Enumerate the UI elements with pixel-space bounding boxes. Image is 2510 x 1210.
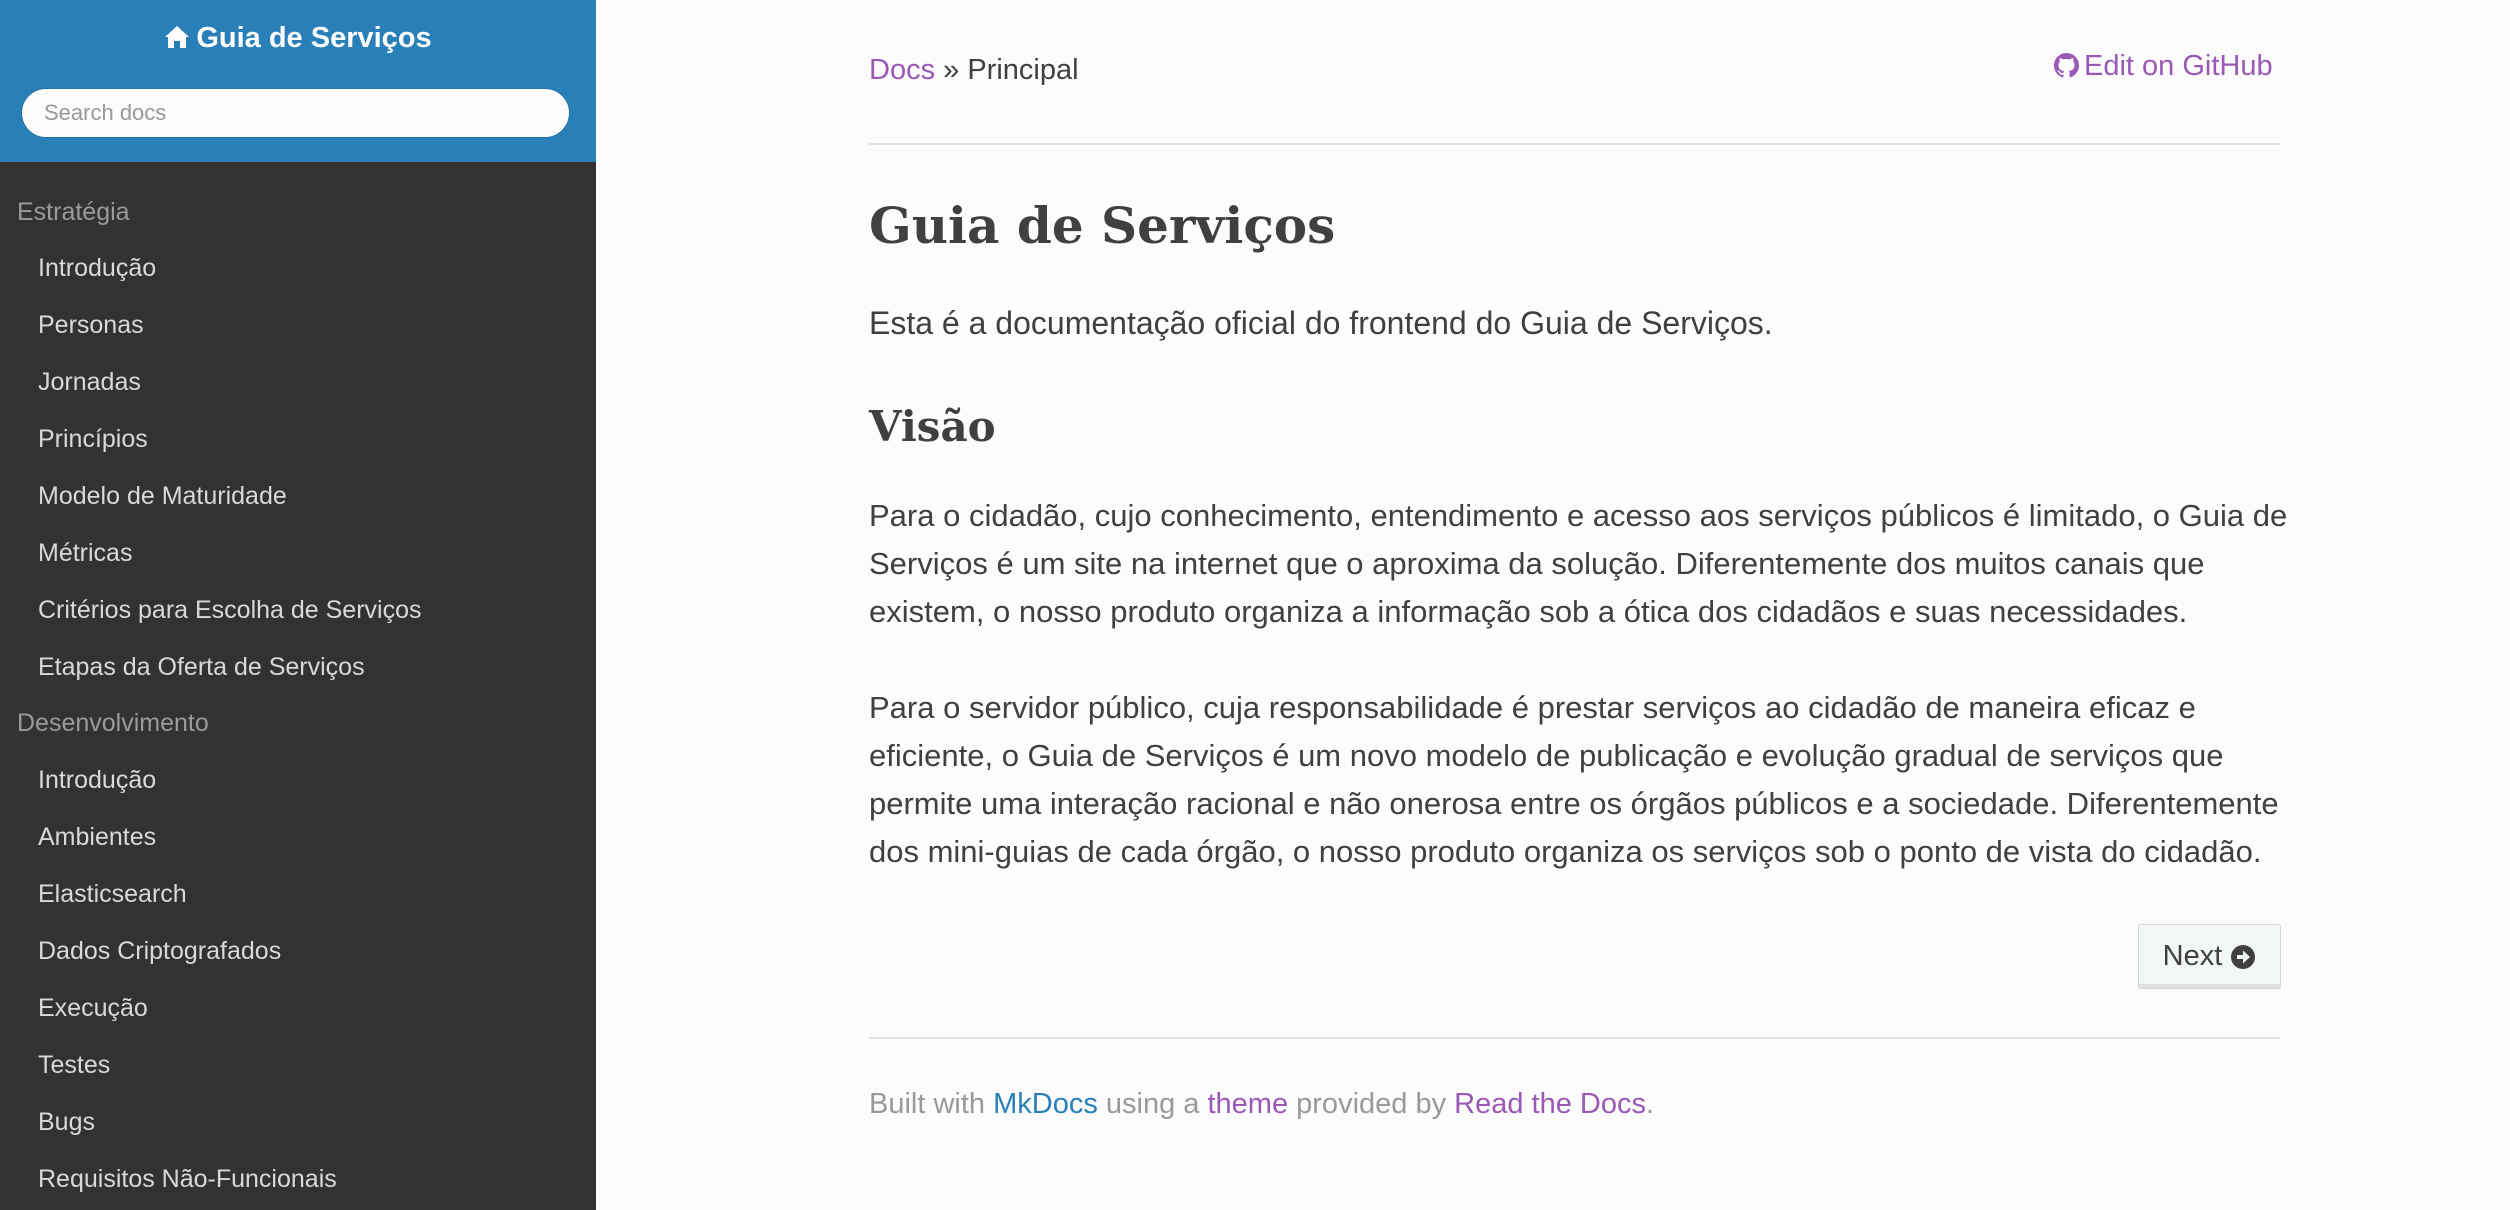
nav-item-metricas[interactable]: Métricas: [38, 539, 132, 568]
breadcrumb-separator: »: [935, 54, 968, 86]
nav-item-bugs[interactable]: Bugs: [38, 1108, 95, 1137]
nav-item-elasticsearch[interactable]: Elasticsearch: [38, 880, 187, 909]
sidebar: Guia de Serviços Estratégia Introdução P…: [0, 0, 596, 1210]
nav-item-desenvolvimento-introducao[interactable]: Introdução: [38, 766, 156, 795]
nav-item-execucao[interactable]: Execução: [38, 994, 148, 1023]
nav-caption-estrategia: Estratégia: [17, 198, 130, 226]
intro-text: Esta é a documentação oficial do fronten…: [869, 305, 1773, 341]
header-divider: [869, 143, 2280, 145]
footer-read-the-docs-link[interactable]: Read the Docs: [1454, 1088, 1646, 1120]
edit-on-github-label: Edit on GitHub: [2084, 50, 2273, 82]
nav-item-ambientes[interactable]: Ambientes: [38, 823, 156, 852]
search-input[interactable]: [21, 88, 570, 138]
paragraph-servidor: Para o servidor público, cuja responsabi…: [869, 690, 2279, 869]
breadcrumb: Docs » Principal: [869, 54, 1079, 87]
page-title: Guia de Serviços: [869, 196, 1336, 255]
nav-item-principios[interactable]: Princípios: [38, 425, 148, 454]
footer-prefix: Built with: [869, 1088, 994, 1120]
nav-item-dados-criptografados[interactable]: Dados Criptografados: [38, 937, 281, 966]
nav-item-testes[interactable]: Testes: [38, 1051, 110, 1080]
next-button[interactable]: Next: [2138, 924, 2281, 989]
nav-item-modelo-de-maturidade[interactable]: Modelo de Maturidade: [38, 482, 287, 511]
nav-item-etapas-oferta-servicos[interactable]: Etapas da Oferta de Serviços: [38, 653, 365, 682]
edit-on-github-link[interactable]: Edit on GitHub: [2054, 50, 2273, 83]
footer-suffix: .: [1645, 1088, 1655, 1120]
nav-item-jornadas[interactable]: Jornadas: [38, 368, 141, 397]
next-button-label: Next: [2162, 940, 2223, 972]
footer-mkdocs-link[interactable]: MkDocs: [993, 1088, 1098, 1120]
home-icon: [165, 26, 190, 48]
breadcrumb-current: Principal: [967, 54, 1079, 86]
nav-item-estrategia-introducao[interactable]: Introdução: [38, 254, 156, 283]
sidebar-header: Guia de Serviços: [0, 0, 596, 162]
section-title-visao: Visão: [869, 402, 996, 451]
arrow-circle-right-icon: [2231, 944, 2256, 969]
site-title-text: Guia de Serviços: [196, 22, 432, 54]
nav-item-personas[interactable]: Personas: [38, 311, 144, 340]
site-title-link[interactable]: Guia de Serviços: [0, 22, 596, 55]
footer-divider: [869, 1037, 2280, 1039]
footer-theme-link[interactable]: theme: [1207, 1088, 1288, 1120]
footer-provided: provided by: [1288, 1088, 1455, 1120]
footer: Built with MkDocs using a theme provided…: [869, 1088, 1654, 1121]
nav-item-requisitos-nao-funcionais[interactable]: Requisitos Não-Funcionais: [38, 1165, 337, 1194]
main-content: Docs » Principal Edit on GitHub Guia de …: [596, 0, 2510, 1210]
paragraph-cidadao: Para o cidadão, cujo conhecimento, enten…: [869, 498, 2288, 629]
github-icon: [2054, 53, 2079, 78]
footer-middle: using a: [1097, 1088, 1208, 1120]
nav-caption-desenvolvimento: Desenvolvimento: [17, 709, 209, 737]
breadcrumb-docs-link[interactable]: Docs: [869, 54, 935, 86]
nav-item-criterios-escolha-servicos[interactable]: Critérios para Escolha de Serviços: [38, 596, 422, 625]
